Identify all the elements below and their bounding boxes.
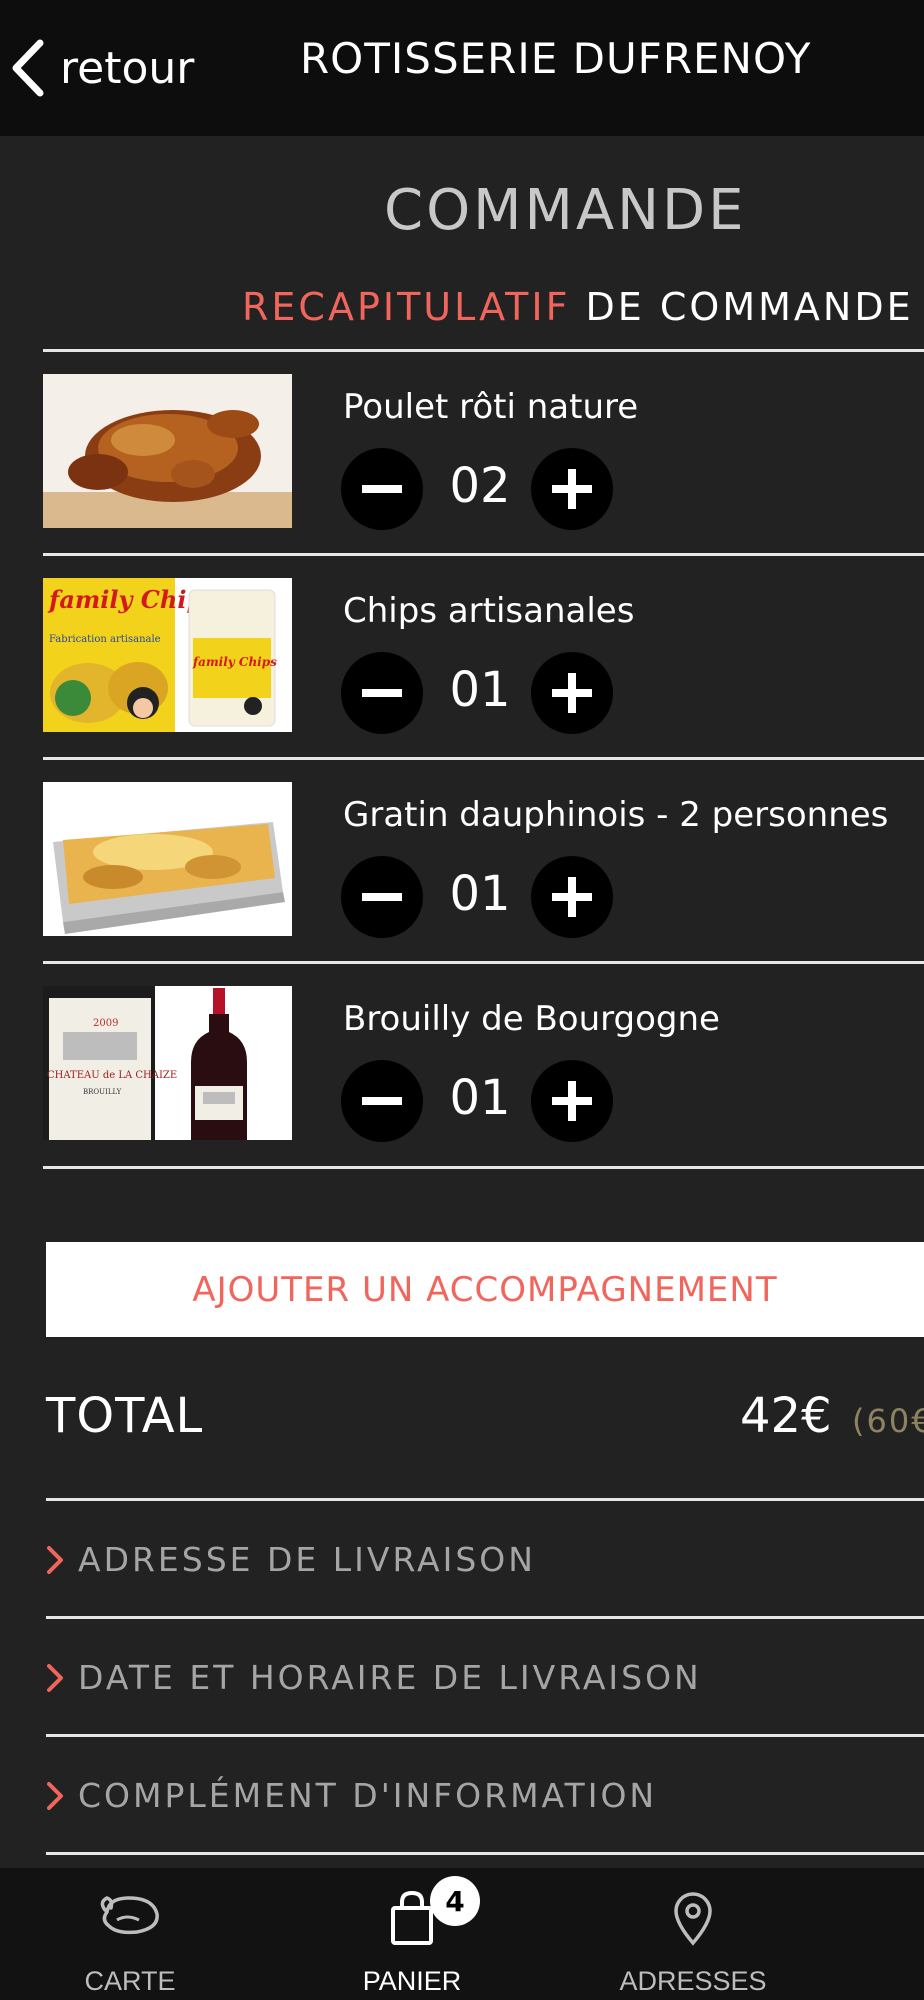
product-image-chicken [43, 374, 292, 528]
minus-icon [362, 893, 402, 901]
tab-carte-label: CARTE [84, 1966, 176, 1996]
top-bar: retour ROTISSERIE DUFRENOY [0, 0, 924, 136]
chevron-right-icon [47, 1545, 63, 1574]
wine-label-text: CHATEAU de LA CHAIZE [47, 1070, 177, 1081]
increase-quantity-button[interactable] [531, 448, 613, 530]
divider [46, 1734, 924, 1737]
total-label: TOTAL [46, 1388, 204, 1444]
decrease-quantity-button[interactable] [341, 448, 423, 530]
item-name: Poulet rôti nature [343, 387, 639, 427]
item-quantity: 01 [449, 1070, 511, 1126]
add-side-dish-button[interactable]: AJOUTER UN ACCOMPAGNEMENT [46, 1242, 924, 1337]
increase-quantity-button[interactable] [531, 1060, 613, 1142]
item-quantity: 01 [449, 866, 511, 922]
divider [46, 1616, 924, 1619]
total-value: 42€ [740, 1388, 832, 1444]
divider [43, 757, 924, 760]
cart-count-badge: 4 [430, 1876, 480, 1926]
back-button[interactable]: retour [10, 36, 194, 100]
decrease-quantity-button[interactable] [341, 652, 423, 734]
section-title: RECAPITULATIF DE COMMANDE [242, 285, 914, 329]
additional-info-row[interactable]: COMPLÉMENT D'INFORMATION [46, 1776, 657, 1815]
divider [43, 349, 924, 352]
divider [43, 961, 924, 964]
delivery-address-label: ADRESSE DE LIVRAISON [78, 1540, 536, 1579]
minus-icon [362, 689, 402, 697]
product-image-gratin [43, 782, 292, 936]
back-label: retour [60, 42, 195, 94]
increase-quantity-button[interactable] [531, 652, 613, 734]
page-title: COMMANDE [384, 178, 747, 243]
delivery-address-row[interactable]: ADRESSE DE LIVRAISON [46, 1540, 536, 1579]
item-quantity: 02 [449, 458, 511, 514]
chevron-right-icon [47, 1663, 63, 1692]
section-title-accent: RECAPITULATIF [242, 285, 571, 329]
additional-info-label: COMPLÉMENT D'INFORMATION [78, 1776, 658, 1815]
wine-year-text: 2009 [93, 1018, 118, 1029]
item-quantity: 01 [449, 662, 511, 718]
shopping-bag-icon [391, 1890, 433, 1945]
tab-panier[interactable]: PANIER [312, 1868, 512, 2000]
product-image-wine: 2009 CHATEAU de LA CHAIZE BROUILLY [43, 986, 292, 1140]
chips-tagline-text: Fabrication artisanale [49, 634, 161, 645]
map-pin-icon [674, 1892, 712, 1946]
app-title: ROTISSERIE DUFRENOY [300, 34, 812, 83]
delivery-datetime-label: DATE ET HORAIRE DE LIVRAISON [78, 1658, 702, 1697]
divider [46, 1498, 924, 1501]
svg-text:family Chips: family Chips [192, 655, 277, 669]
tab-bar: CARTE PANIER 4 ADRESSES [0, 1868, 924, 2000]
divider [43, 1166, 924, 1169]
chevron-left-icon [12, 39, 44, 97]
chevron-right-icon [47, 1781, 63, 1810]
minus-icon [362, 1097, 402, 1105]
decrease-quantity-button[interactable] [341, 1060, 423, 1142]
minus-icon [362, 485, 402, 493]
total-original-price: (60€ [852, 1402, 924, 1440]
wine-appellation-text: BROUILLY [83, 1088, 122, 1096]
product-image-chips: family Chips Fabrication artisanale fami… [43, 578, 292, 732]
item-name: Brouilly de Bourgogne [343, 999, 720, 1039]
section-title-rest: DE COMMANDE [570, 285, 914, 329]
tab-adresses[interactable]: ADRESSES [593, 1868, 793, 2000]
item-name: Chips artisanales [343, 591, 635, 631]
divider [43, 553, 924, 556]
increase-quantity-button[interactable] [531, 856, 613, 938]
divider [46, 1852, 924, 1855]
tab-adresses-label: ADRESSES [619, 1966, 767, 1996]
tab-panier-label: PANIER [362, 1966, 462, 1996]
decrease-quantity-button[interactable] [341, 856, 423, 938]
chicken-icon [100, 1896, 159, 1935]
item-name: Gratin dauphinois - 2 personnes [343, 795, 889, 835]
delivery-datetime-row[interactable]: DATE ET HORAIRE DE LIVRAISON [46, 1658, 702, 1697]
tab-carte[interactable]: CARTE [30, 1868, 230, 2000]
